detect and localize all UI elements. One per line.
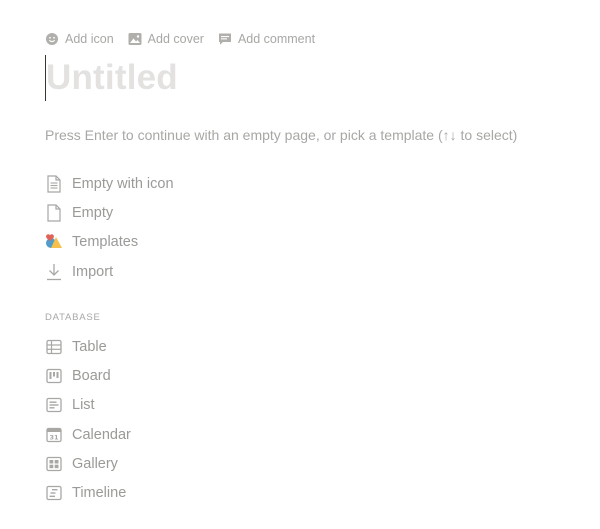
gallery-icon bbox=[45, 455, 63, 473]
option-label: Calendar bbox=[72, 426, 131, 443]
add-cover-label: Add cover bbox=[147, 32, 204, 46]
add-comment-button[interactable]: Add comment bbox=[218, 30, 315, 48]
page-title-field[interactable]: Untitled bbox=[45, 55, 178, 101]
list-icon bbox=[45, 396, 63, 414]
option-label: Templates bbox=[72, 234, 139, 251]
page-with-lines-icon bbox=[45, 175, 63, 193]
image-icon bbox=[128, 32, 142, 46]
option-empty-with-icon[interactable]: Empty with icon bbox=[45, 169, 174, 198]
add-icon-label: Add icon bbox=[65, 32, 114, 46]
start-options: Empty with icon Empty Templates Import bbox=[45, 169, 174, 286]
add-icon-button[interactable]: Add icon bbox=[45, 30, 114, 48]
page-controls: Add icon Add cover Add comment bbox=[45, 30, 315, 48]
option-import[interactable]: Import bbox=[45, 257, 174, 286]
table-icon bbox=[45, 338, 63, 356]
database-section-label: DATABASE bbox=[45, 312, 101, 323]
database-options: Table Board List 31 Calendar Gallery Tim… bbox=[45, 332, 131, 508]
option-label: Gallery bbox=[72, 455, 118, 472]
option-board[interactable]: Board bbox=[45, 361, 131, 390]
templates-icon bbox=[45, 233, 63, 251]
option-label: Table bbox=[72, 338, 107, 355]
download-arrow-icon bbox=[45, 263, 63, 281]
timeline-icon bbox=[45, 484, 63, 502]
option-label: Timeline bbox=[72, 485, 127, 502]
option-label: Import bbox=[72, 263, 114, 280]
comment-icon bbox=[218, 32, 232, 46]
add-cover-button[interactable]: Add cover bbox=[128, 30, 204, 48]
calendar-icon: 31 bbox=[45, 426, 63, 444]
page-title-placeholder: Untitled bbox=[46, 58, 178, 97]
smiley-icon bbox=[45, 32, 59, 46]
option-table[interactable]: Table bbox=[45, 332, 131, 361]
option-calendar[interactable]: 31 Calendar bbox=[45, 420, 131, 449]
option-label: Empty bbox=[72, 204, 114, 221]
option-label: Board bbox=[72, 367, 111, 384]
board-icon bbox=[45, 367, 63, 385]
option-label: Empty with icon bbox=[72, 175, 174, 192]
empty-page-hint: Press Enter to continue with an empty pa… bbox=[45, 127, 518, 143]
option-list[interactable]: List bbox=[45, 391, 131, 420]
svg-text:31: 31 bbox=[49, 433, 59, 441]
option-timeline[interactable]: Timeline bbox=[45, 478, 131, 507]
page-icon bbox=[45, 204, 63, 222]
add-comment-label: Add comment bbox=[237, 32, 316, 46]
option-label: List bbox=[72, 397, 95, 414]
option-empty[interactable]: Empty bbox=[45, 198, 174, 227]
option-templates[interactable]: Templates bbox=[45, 228, 174, 257]
option-gallery[interactable]: Gallery bbox=[45, 449, 131, 478]
